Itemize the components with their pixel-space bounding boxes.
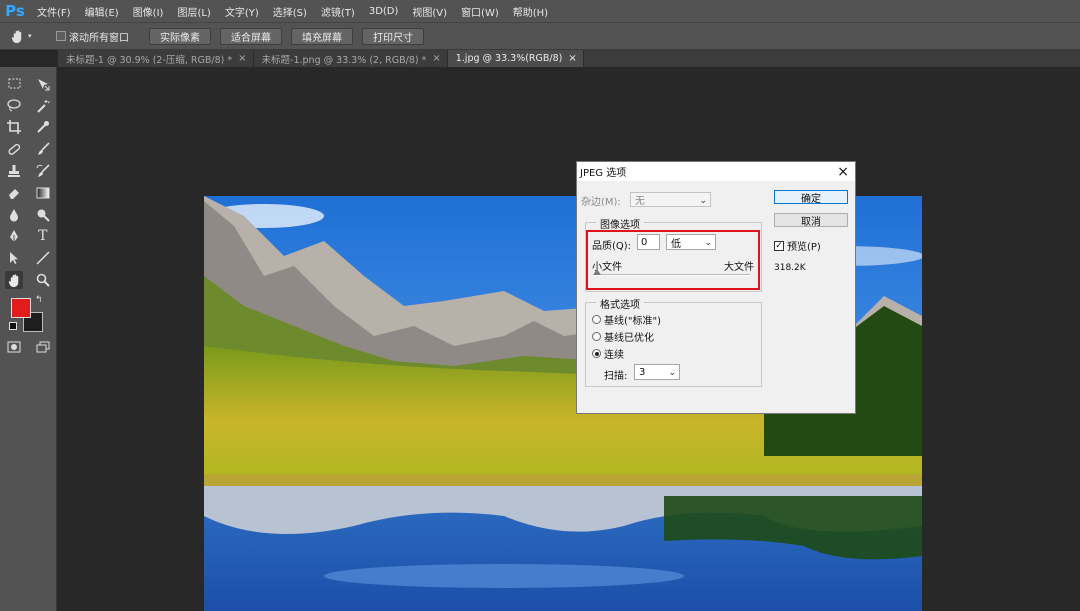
cancel-button[interactable]: 取消 [774, 213, 848, 228]
format-option-optimized[interactable]: 基线已优化 [592, 329, 654, 344]
magic-wand-icon[interactable] [34, 97, 52, 115]
menu-select[interactable]: 选择(S) [266, 4, 314, 19]
chevron-down-icon: ▾ [28, 32, 32, 40]
menu-filter[interactable]: 滤镜(T) [314, 4, 362, 19]
menu-file[interactable]: 文件(F) [30, 4, 78, 19]
fill-screen-button[interactable]: 填充屏幕 [291, 27, 353, 45]
menu-layer[interactable]: 图层(L) [170, 4, 217, 19]
quality-label: 品质(Q): [592, 241, 632, 252]
large-file-label: 大文件 [724, 262, 754, 273]
close-icon[interactable]: × [238, 53, 246, 64]
preview-checkbox[interactable]: ✓ [774, 240, 784, 251]
hand-icon[interactable] [5, 271, 24, 290]
close-icon[interactable]: × [568, 53, 576, 64]
radio-button-selected[interactable] [592, 349, 601, 358]
tab-label: 未标题-1.png @ 33.3% (2, RGB/8) * [261, 54, 427, 66]
preview-row: ✓ 预览(P) [774, 238, 821, 253]
fit-screen-button[interactable]: 适合屏幕 [220, 27, 282, 45]
clone-stamp-icon[interactable] [5, 162, 23, 180]
dodge-icon[interactable] [34, 206, 52, 224]
move-icon[interactable] [34, 75, 52, 93]
menu-3d[interactable]: 3D(D) [362, 6, 406, 17]
line-icon[interactable] [34, 249, 52, 267]
menu-view[interactable]: 视图(V) [405, 4, 454, 19]
close-icon[interactable]: × [432, 53, 440, 64]
menu-edit[interactable]: 编辑(E) [78, 4, 126, 19]
type-icon[interactable]: T [34, 227, 52, 245]
dialog-title: JPEG 选项 [580, 168, 627, 179]
quality-input[interactable]: 0 [637, 234, 660, 250]
lasso-icon[interactable] [5, 97, 23, 115]
chevron-down-icon: ⌄ [668, 368, 676, 378]
matte-row: 杂边(M): [581, 193, 621, 208]
print-size-button[interactable]: 打印尺寸 [362, 27, 424, 45]
scans-value: 3 [639, 366, 646, 378]
matte-select[interactable]: 无 ⌄ [630, 192, 711, 207]
radio-button[interactable] [592, 332, 601, 341]
quality-slider-thumb[interactable] [593, 269, 601, 275]
format-option-label: 基线已优化 [604, 333, 654, 344]
file-size: 318.2K [774, 263, 806, 273]
format-option-label: 基线("标准") [604, 316, 662, 327]
document-tab-bar: 未标题-1 @ 30.9% (2-压缩, RGB/8) * × 未标题-1.pn… [58, 50, 1080, 67]
marquee-icon[interactable] [5, 75, 23, 93]
quality-slider-track[interactable] [594, 274, 750, 276]
zoom-icon[interactable] [34, 271, 52, 289]
hand-tool-preset-icon[interactable]: ▾ [10, 26, 44, 46]
quality-preset-value: 低 [671, 238, 681, 250]
format-option-label: 连续 [604, 350, 624, 361]
tab-untitled-1-png[interactable]: 未标题-1.png @ 33.3% (2, RGB/8) * × [254, 50, 448, 67]
blur-icon[interactable] [5, 206, 23, 224]
pen-icon[interactable] [5, 227, 23, 245]
swap-colors-icon[interactable]: ↰ [35, 295, 43, 305]
menu-type[interactable]: 文字(Y) [218, 4, 266, 19]
menu-image[interactable]: 图像(I) [126, 4, 171, 19]
chevron-down-icon: ⌄ [699, 196, 707, 206]
scroll-all-label: 滚动所有窗口 [69, 32, 129, 44]
matte-label: 杂边(M): [581, 197, 621, 208]
tab-label: 未标题-1 @ 30.9% (2-压缩, RGB/8) * [66, 54, 233, 66]
quick-mask-icon[interactable] [5, 338, 23, 356]
photoshop-logo: Ps [5, 2, 25, 20]
quality-preset-select[interactable]: 低 ⌄ [666, 234, 716, 250]
crop-icon[interactable] [5, 118, 23, 136]
matte-value: 无 [635, 196, 645, 207]
foreground-color-swatch[interactable] [11, 297, 31, 318]
scroll-all-checkbox[interactable] [56, 31, 66, 41]
quality-value: 0 [641, 236, 648, 248]
ok-button[interactable]: 确定 [774, 190, 848, 205]
path-select-icon[interactable] [5, 249, 23, 267]
tab-label: 1.jpg @ 33.3%(RGB/8) [455, 53, 563, 64]
healing-brush-icon[interactable] [5, 140, 23, 158]
default-colors-icon[interactable] [9, 321, 17, 330]
preview-label: 预览(P) [787, 242, 821, 253]
jpeg-options-dialog: JPEG 选项 × 杂边(M): 无 ⌄ 确定 取消 ✓ 预览(P) 318.2… [576, 161, 856, 414]
menu-help[interactable]: 帮助(H) [506, 4, 555, 19]
options-bar: ▾ 滚动所有窗口 实际像素 适合屏幕 填充屏幕 打印尺寸 [0, 22, 1080, 50]
brush-icon[interactable] [34, 140, 52, 158]
chevron-down-icon: ⌄ [704, 238, 712, 248]
menu-window[interactable]: 窗口(W) [454, 4, 506, 19]
format-options-title: 格式选项 [596, 296, 644, 311]
tab-1-jpg[interactable]: 1.jpg @ 33.3%(RGB/8) × [447, 50, 584, 67]
close-icon[interactable]: × [837, 165, 849, 179]
radio-button[interactable] [592, 315, 601, 324]
scans-label: 扫描: [604, 371, 628, 382]
image-options-title: 图像选项 [596, 216, 644, 231]
menu-bar: Ps 文件(F) 编辑(E) 图像(I) 图层(L) 文字(Y) 选择(S) 滤… [0, 0, 1080, 22]
eyedropper-icon[interactable] [34, 118, 52, 136]
dialog-title-bar: JPEG 选项 × [577, 162, 855, 181]
actual-pixels-button[interactable]: 实际像素 [149, 27, 211, 45]
tab-untitled-1[interactable]: 未标题-1 @ 30.9% (2-压缩, RGB/8) * × [58, 50, 254, 67]
eraser-icon[interactable] [5, 184, 23, 202]
history-brush-icon[interactable] [34, 162, 52, 180]
format-option-progressive[interactable]: 连续 [592, 346, 624, 361]
screen-mode-icon[interactable] [34, 338, 52, 356]
tools-panel: T ↰ [0, 67, 57, 611]
gradient-icon[interactable] [34, 184, 52, 202]
format-option-baseline[interactable]: 基线("标准") [592, 312, 661, 327]
scans-select[interactable]: 3 ⌄ [634, 364, 680, 380]
